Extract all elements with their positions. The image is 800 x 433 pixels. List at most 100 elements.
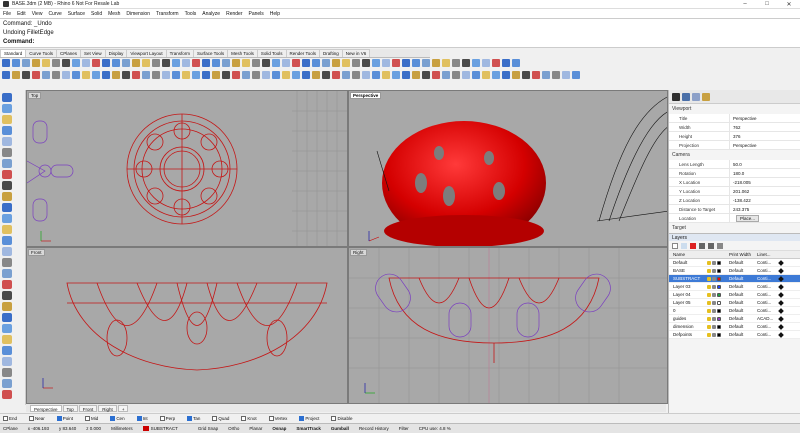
layer-row[interactable]: Layer 03 Default Conti... [669,283,800,291]
toolbar-tool-icon[interactable] [472,59,480,67]
visibility-icon[interactable] [707,268,711,273]
lock-icon[interactable] [712,300,716,305]
toolbar-tool-icon[interactable] [242,59,250,67]
osnap-vertex[interactable]: Vertex [268,416,294,421]
toolbar-tool-icon[interactable] [2,59,10,67]
osnap-checkbox[interactable] [56,416,62,421]
layer-print-width[interactable]: Default [729,284,757,289]
toolbar-tool-icon[interactable] [452,59,460,67]
prop-value[interactable]: Perspective [729,113,800,123]
toolbar-tool-icon[interactable] [312,59,320,67]
osnap-checkbox[interactable] [85,416,91,421]
toolbar-tool-icon[interactable] [402,59,410,67]
toolbar-tool-icon[interactable] [302,59,310,67]
print-color-icon[interactable] [778,299,784,306]
status-ortho[interactable]: Ortho [228,426,239,431]
sidebar-tool-icon[interactable] [2,247,12,256]
command-tool-icon[interactable] [522,71,530,79]
tab-render-tools[interactable]: Render Tools [285,49,320,57]
viewport-title-top[interactable]: Top [28,92,42,99]
toolbar-tool-icon[interactable] [212,59,220,67]
layer-print-width[interactable]: Default [729,268,757,273]
osnap-project[interactable]: Project [299,416,325,421]
visibility-icon[interactable] [707,324,711,329]
command-tool-icon[interactable] [462,71,470,79]
toolbar-tool-icon[interactable] [192,59,200,67]
command-tool-icon[interactable] [302,71,310,79]
prop-value[interactable]: Perspective [729,140,800,150]
layer-print-width[interactable]: Default [729,292,757,297]
viewport-top[interactable]: Top [26,90,348,247]
move-down-icon[interactable] [708,242,714,249]
command-tool-icon[interactable] [552,71,560,79]
toolbar-tool-icon[interactable] [132,59,140,67]
print-color-icon[interactable] [778,331,784,338]
col-linetype[interactable]: Linet... [757,252,779,257]
place-button[interactable]: Place... [736,214,760,222]
status-layer[interactable]: SUBSTRACT [142,426,188,432]
layer-color-swatch[interactable] [717,268,721,273]
osnap-checkbox[interactable] [268,416,274,421]
close-button[interactable]: ✕ [778,0,800,9]
maximize-button[interactable]: □ [756,0,778,9]
print-color-icon[interactable] [778,323,784,330]
osnap-checkbox[interactable] [136,416,142,421]
toolbar-tool-icon[interactable] [232,59,240,67]
sidebar-tool-icon[interactable] [2,148,12,157]
command-tool-icon[interactable] [242,71,250,79]
osnap-checkbox[interactable] [110,416,116,421]
toolbar-tool-icon[interactable] [142,59,150,67]
sidebar-tool-icon[interactable] [2,137,12,146]
materials-panel-icon[interactable] [702,92,710,101]
layer-row[interactable]: Default Default Conti... [669,259,800,267]
lock-icon[interactable] [712,284,716,289]
command-tool-icon[interactable] [152,71,160,79]
visibility-icon[interactable] [707,260,711,265]
sidebar-tool-icon[interactable] [2,170,12,179]
command-tool-icon[interactable] [272,71,280,79]
command-tool-icon[interactable] [192,71,200,79]
command-tool-icon[interactable] [22,71,30,79]
toolbar-tool-icon[interactable] [362,59,370,67]
command-tool-icon[interactable] [572,71,580,79]
move-up-icon[interactable] [699,242,705,249]
command-tool-icon[interactable] [12,71,20,79]
command-tool-icon[interactable] [312,71,320,79]
osnap-quad[interactable]: Quad [212,416,235,421]
command-tool-icon[interactable] [372,71,380,79]
layer-color-swatch[interactable] [717,308,721,313]
viewport-right[interactable]: Right [348,247,668,404]
toolbar-tool-icon[interactable] [322,59,330,67]
status-osnap[interactable]: Osnap [272,426,286,431]
osnap-point[interactable]: Point [56,416,79,421]
viewport-title-front[interactable]: Front [28,249,45,256]
print-color-icon[interactable] [778,267,784,274]
status-filter[interactable]: Filter [399,426,409,431]
layer-color-swatch[interactable] [717,324,721,329]
status-smarttrack[interactable]: SmartTrack [296,426,321,431]
menu-dimension[interactable]: Dimension [126,11,150,17]
visibility-icon[interactable] [707,292,711,297]
command-tool-icon[interactable] [82,71,90,79]
prop-value[interactable]: 180.0 [729,168,800,178]
osnap-checkbox[interactable] [299,416,305,421]
lock-icon[interactable] [712,268,716,273]
layer-print-width[interactable]: Default [729,300,757,305]
toolbar-tool-icon[interactable] [72,59,80,67]
toolbar-tool-icon[interactable] [282,59,290,67]
tab-cplanes[interactable]: CPlanes [55,49,81,57]
layers-panel-icon[interactable] [682,92,690,101]
toolbar-tool-icon[interactable] [292,59,300,67]
tab-front[interactable]: Front [78,404,98,412]
menu-file[interactable]: File [3,11,11,17]
command-tool-icon[interactable] [132,71,140,79]
toolbar-tool-icon[interactable] [492,59,500,67]
command-tool-icon[interactable] [512,71,520,79]
toolbar-tool-icon[interactable] [172,59,180,67]
toolbar-tool-icon[interactable] [82,59,90,67]
osnap-near[interactable]: Near [29,416,51,421]
toolbar-tool-icon[interactable] [102,59,110,67]
print-color-icon[interactable] [778,307,784,314]
tab-viewport-layout[interactable]: Viewport Layout [126,49,167,57]
sidebar-tool-icon[interactable] [2,313,12,322]
